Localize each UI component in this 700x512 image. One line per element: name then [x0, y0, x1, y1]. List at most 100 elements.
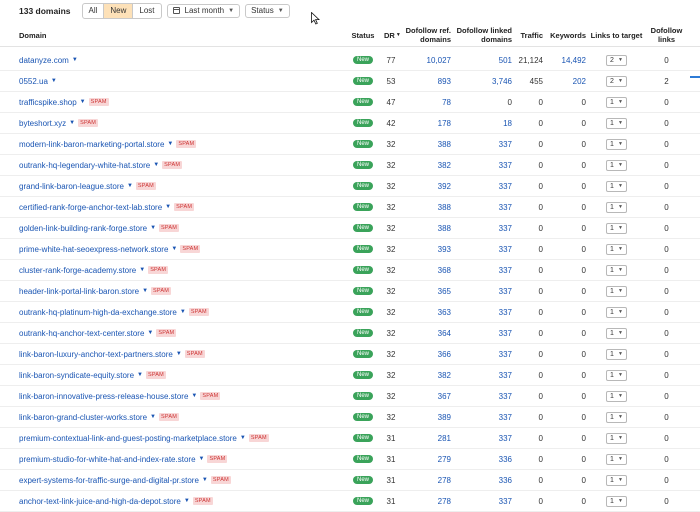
links-to-target-select[interactable]: 1 ▼	[606, 96, 627, 108]
dofollow-ref-domains-value[interactable]: 367	[398, 386, 451, 406]
caret-down-icon[interactable]: ▼	[69, 120, 75, 126]
dofollow-ref-domains-value[interactable]: 366	[398, 344, 451, 364]
status-dropdown[interactable]: Status ▼	[245, 3, 290, 18]
links-to-target-select[interactable]: 1 ▼	[606, 285, 627, 297]
caret-down-icon[interactable]: ▼	[171, 246, 177, 252]
col-domain[interactable]: Domain	[19, 24, 47, 46]
dofollow-linked-domains-value[interactable]: 18	[455, 113, 512, 133]
dofollow-ref-domains-value[interactable]: 389	[398, 407, 451, 427]
links-to-target-select[interactable]: 1 ▼	[606, 180, 627, 192]
links-to-target-select[interactable]: 1 ▼	[606, 411, 627, 423]
dofollow-ref-domains-value[interactable]: 388	[398, 218, 451, 238]
domain-link[interactable]: expert-systems-for-traffic-surge-and-dig…	[19, 476, 199, 485]
domain-link[interactable]: modern-link-baron-marketing-portal.store	[19, 140, 164, 149]
dofollow-ref-domains-value[interactable]: 278	[398, 470, 451, 490]
dofollow-linked-domains-value[interactable]: 337	[455, 428, 512, 448]
caret-down-icon[interactable]: ▼	[199, 456, 205, 462]
dofollow-linked-domains-value[interactable]: 337	[455, 491, 512, 511]
links-to-target-select[interactable]: 1 ▼	[606, 369, 627, 381]
links-to-target-select[interactable]: 1 ▼	[606, 327, 627, 339]
col-dofollow-ref-domains[interactable]: Dofollow ref. domains	[398, 24, 451, 46]
domain-link[interactable]: certified-rank-forge-anchor-text-lab.sto…	[19, 203, 162, 212]
filter-new-button[interactable]: New	[104, 3, 134, 18]
links-to-target-select[interactable]: 1 ▼	[606, 222, 627, 234]
caret-down-icon[interactable]: ▼	[142, 288, 148, 294]
dofollow-linked-domains-value[interactable]: 337	[455, 218, 512, 238]
caret-down-icon[interactable]: ▼	[137, 372, 143, 378]
domain-link[interactable]: anchor-text-link-juice-and-high-da-depot…	[19, 497, 181, 506]
domain-link[interactable]: link-baron-syndicate-equity.store	[19, 371, 134, 380]
caret-down-icon[interactable]: ▼	[150, 414, 156, 420]
domain-link[interactable]: 0552.ua	[19, 77, 48, 86]
dofollow-linked-domains-value[interactable]: 337	[455, 344, 512, 364]
col-dofollow-links[interactable]: Dofollow links	[648, 24, 685, 46]
links-to-target-select[interactable]: 1 ▼	[606, 495, 627, 507]
domain-link[interactable]: premium-contextual-link-and-guest-postin…	[19, 434, 237, 443]
domain-link[interactable]: outrank-hq-anchor-text-center.store	[19, 329, 144, 338]
dofollow-ref-domains-value[interactable]: 368	[398, 260, 451, 280]
links-to-target-select[interactable]: 1 ▼	[606, 138, 627, 150]
caret-down-icon[interactable]: ▼	[72, 57, 78, 63]
caret-down-icon[interactable]: ▼	[240, 435, 246, 441]
dofollow-linked-domains-value[interactable]: 3,746	[455, 71, 512, 91]
col-links-to-target[interactable]: Links to target	[589, 24, 644, 46]
domain-link[interactable]: prime-white-hat-seoexpress-network.store	[19, 245, 168, 254]
domain-link[interactable]: outrank-hq-legendary-white-hat.store	[19, 161, 150, 170]
dofollow-linked-domains-value[interactable]: 336	[455, 470, 512, 490]
dofollow-linked-domains-value[interactable]: 501	[455, 50, 512, 70]
domain-link[interactable]: byteshort.xyz	[19, 119, 66, 128]
dofollow-ref-domains-value[interactable]: 382	[398, 365, 451, 385]
links-to-target-select[interactable]: 1 ▼	[606, 117, 627, 129]
col-status[interactable]: Status	[348, 24, 378, 46]
links-to-target-select[interactable]: 1 ▼	[606, 453, 627, 465]
caret-down-icon[interactable]: ▼	[127, 183, 133, 189]
dofollow-linked-domains-value[interactable]: 337	[455, 365, 512, 385]
dofollow-ref-domains-value[interactable]: 279	[398, 449, 451, 469]
caret-down-icon[interactable]: ▼	[191, 393, 197, 399]
dofollow-ref-domains-value[interactable]: 388	[398, 134, 451, 154]
links-to-target-select[interactable]: 1 ▼	[606, 348, 627, 360]
dofollow-ref-domains-value[interactable]: 365	[398, 281, 451, 301]
dofollow-ref-domains-value[interactable]: 382	[398, 155, 451, 175]
caret-down-icon[interactable]: ▼	[165, 204, 171, 210]
domain-link[interactable]: header-link-portal-link-baron.store	[19, 287, 139, 296]
dofollow-ref-domains-value[interactable]: 278	[398, 491, 451, 511]
links-to-target-select[interactable]: 1 ▼	[606, 201, 627, 213]
links-to-target-select[interactable]: 2 ▼	[606, 75, 627, 87]
caret-down-icon[interactable]: ▼	[150, 225, 156, 231]
dofollow-linked-domains-value[interactable]: 337	[455, 155, 512, 175]
domain-link[interactable]: trafficspike.shop	[19, 98, 77, 107]
dofollow-linked-domains-value[interactable]: 336	[455, 449, 512, 469]
links-to-target-select[interactable]: 1 ▼	[606, 474, 627, 486]
links-to-target-select[interactable]: 2 ▼	[606, 54, 627, 66]
dofollow-linked-domains-value[interactable]: 337	[455, 197, 512, 217]
col-traffic[interactable]: Traffic	[514, 24, 543, 46]
filter-all-button[interactable]: All	[83, 3, 105, 18]
keywords-value[interactable]: 14,492	[546, 50, 586, 70]
domain-link[interactable]: datanyze.com	[19, 56, 69, 65]
links-to-target-select[interactable]: 1 ▼	[606, 243, 627, 255]
caret-down-icon[interactable]: ▼	[184, 498, 190, 504]
links-to-target-select[interactable]: 1 ▼	[606, 264, 627, 276]
caret-down-icon[interactable]: ▼	[51, 78, 57, 84]
domain-link[interactable]: link-baron-innovative-press-release-hous…	[19, 392, 188, 401]
caret-down-icon[interactable]: ▼	[176, 351, 182, 357]
dofollow-ref-domains-value[interactable]: 893	[398, 71, 451, 91]
caret-down-icon[interactable]: ▼	[202, 477, 208, 483]
dofollow-linked-domains-value[interactable]: 337	[455, 281, 512, 301]
dofollow-linked-domains-value[interactable]: 337	[455, 386, 512, 406]
dofollow-linked-domains-value[interactable]: 337	[455, 239, 512, 259]
caret-down-icon[interactable]: ▼	[147, 330, 153, 336]
dofollow-ref-domains-value[interactable]: 393	[398, 239, 451, 259]
dofollow-linked-domains-value[interactable]: 337	[455, 302, 512, 322]
dofollow-ref-domains-value[interactable]: 10,027	[398, 50, 451, 70]
caret-down-icon[interactable]: ▼	[167, 141, 173, 147]
date-range-dropdown[interactable]: Last month ▼	[166, 3, 241, 18]
dofollow-ref-domains-value[interactable]: 364	[398, 323, 451, 343]
domain-link[interactable]: cluster-rank-forge-academy.store	[19, 266, 136, 275]
links-to-target-select[interactable]: 1 ▼	[606, 159, 627, 171]
caret-down-icon[interactable]: ▼	[80, 99, 86, 105]
dofollow-ref-domains-value[interactable]: 281	[398, 428, 451, 448]
dofollow-ref-domains-value[interactable]: 363	[398, 302, 451, 322]
domain-link[interactable]: outrank-hq-platinum-high-da-exchange.sto…	[19, 308, 177, 317]
